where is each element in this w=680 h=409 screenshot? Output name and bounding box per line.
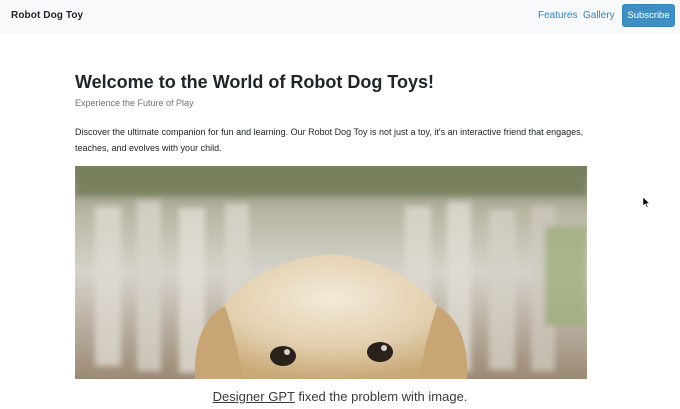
brand-logo[interactable]: Robot Dog Toy (11, 10, 83, 21)
subscribe-button[interactable]: Subscribe (622, 4, 675, 27)
intro-paragraph: Discover the ultimate companion for fun … (75, 127, 584, 153)
caption: Designer GPT fixed the problem with imag… (0, 389, 680, 404)
caption-text: fixed the problem with image. (294, 389, 468, 404)
hero-image-dog (75, 166, 587, 379)
navbar: Robot Dog Toy Features Gallery Subscribe (0, 0, 680, 34)
nav-link-gallery[interactable]: Gallery (583, 10, 615, 21)
page-subtitle: Experience the Future of Play (75, 98, 194, 108)
mouse-pointer-icon (642, 195, 651, 213)
designer-gpt-link[interactable]: Designer GPT (213, 389, 295, 404)
page-title: Welcome to the World of Robot Dog Toys! (75, 72, 434, 92)
nav-link-features[interactable]: Features (538, 10, 577, 21)
